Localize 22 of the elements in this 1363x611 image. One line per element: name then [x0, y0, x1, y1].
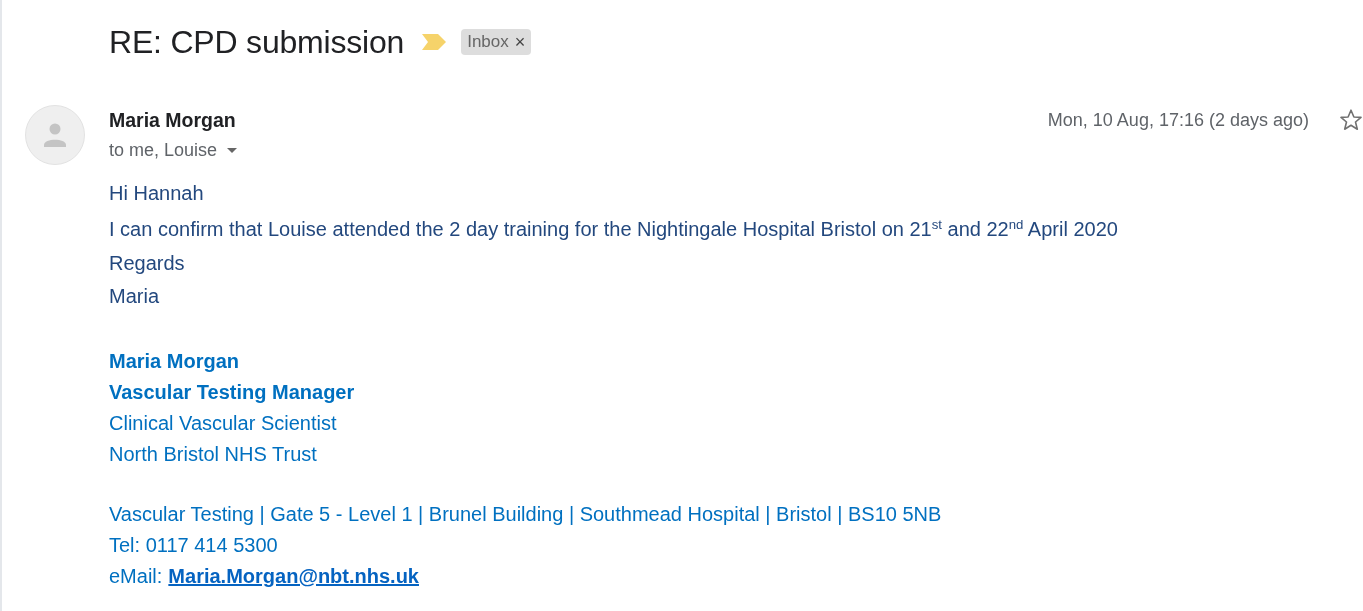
remove-label-button[interactable]: × — [508, 33, 526, 51]
signature-line: Clinical Vascular Scientist — [109, 411, 338, 436]
avatar-icon — [25, 105, 85, 165]
recipients-text: to me, Louise — [109, 140, 218, 160]
signature-line: Vascular Testing | Gate 5 - Level 1 | Brunel Building | Southmead Hospital | Bristol | BS10 5NB — [109, 502, 943, 527]
sender-name: Maria Morgan — [109, 109, 236, 131]
signature-line: Maria Morgan — [109, 349, 241, 374]
importance-marker-icon[interactable] — [422, 34, 447, 50]
signature-line: Vascular Testing Manager — [109, 380, 356, 405]
star-icon[interactable] — [1340, 109, 1362, 131]
caret-icon[interactable] — [227, 147, 238, 153]
message-text: Maria — [109, 284, 160, 309]
email-label: eMail: — [109, 564, 163, 589]
signature-line: North Bristol NHS Trust — [109, 442, 318, 467]
message-date: Mon, 10 Aug, 17:16 (2 days ago) — [1047, 109, 1309, 131]
subject-title: RE: CPD submission — [109, 23, 405, 61]
email-link[interactable]: Maria.Morgan@nbt.nhs.uk — [168, 561, 419, 592]
message-text: I can confirm that Louise attended the 2 day training for the Nightingale Hospital Bristol on 21$^{st}$ and 22$^{nd}$ April 2020 — [109, 215, 1119, 242]
label-text[interactable]: Inbox — [467, 32, 509, 52]
message-text: Hi Hannah — [109, 181, 205, 206]
signature-line: Tel: 0117 414 5300 — [109, 533, 279, 558]
message-text: Regards — [109, 251, 186, 276]
